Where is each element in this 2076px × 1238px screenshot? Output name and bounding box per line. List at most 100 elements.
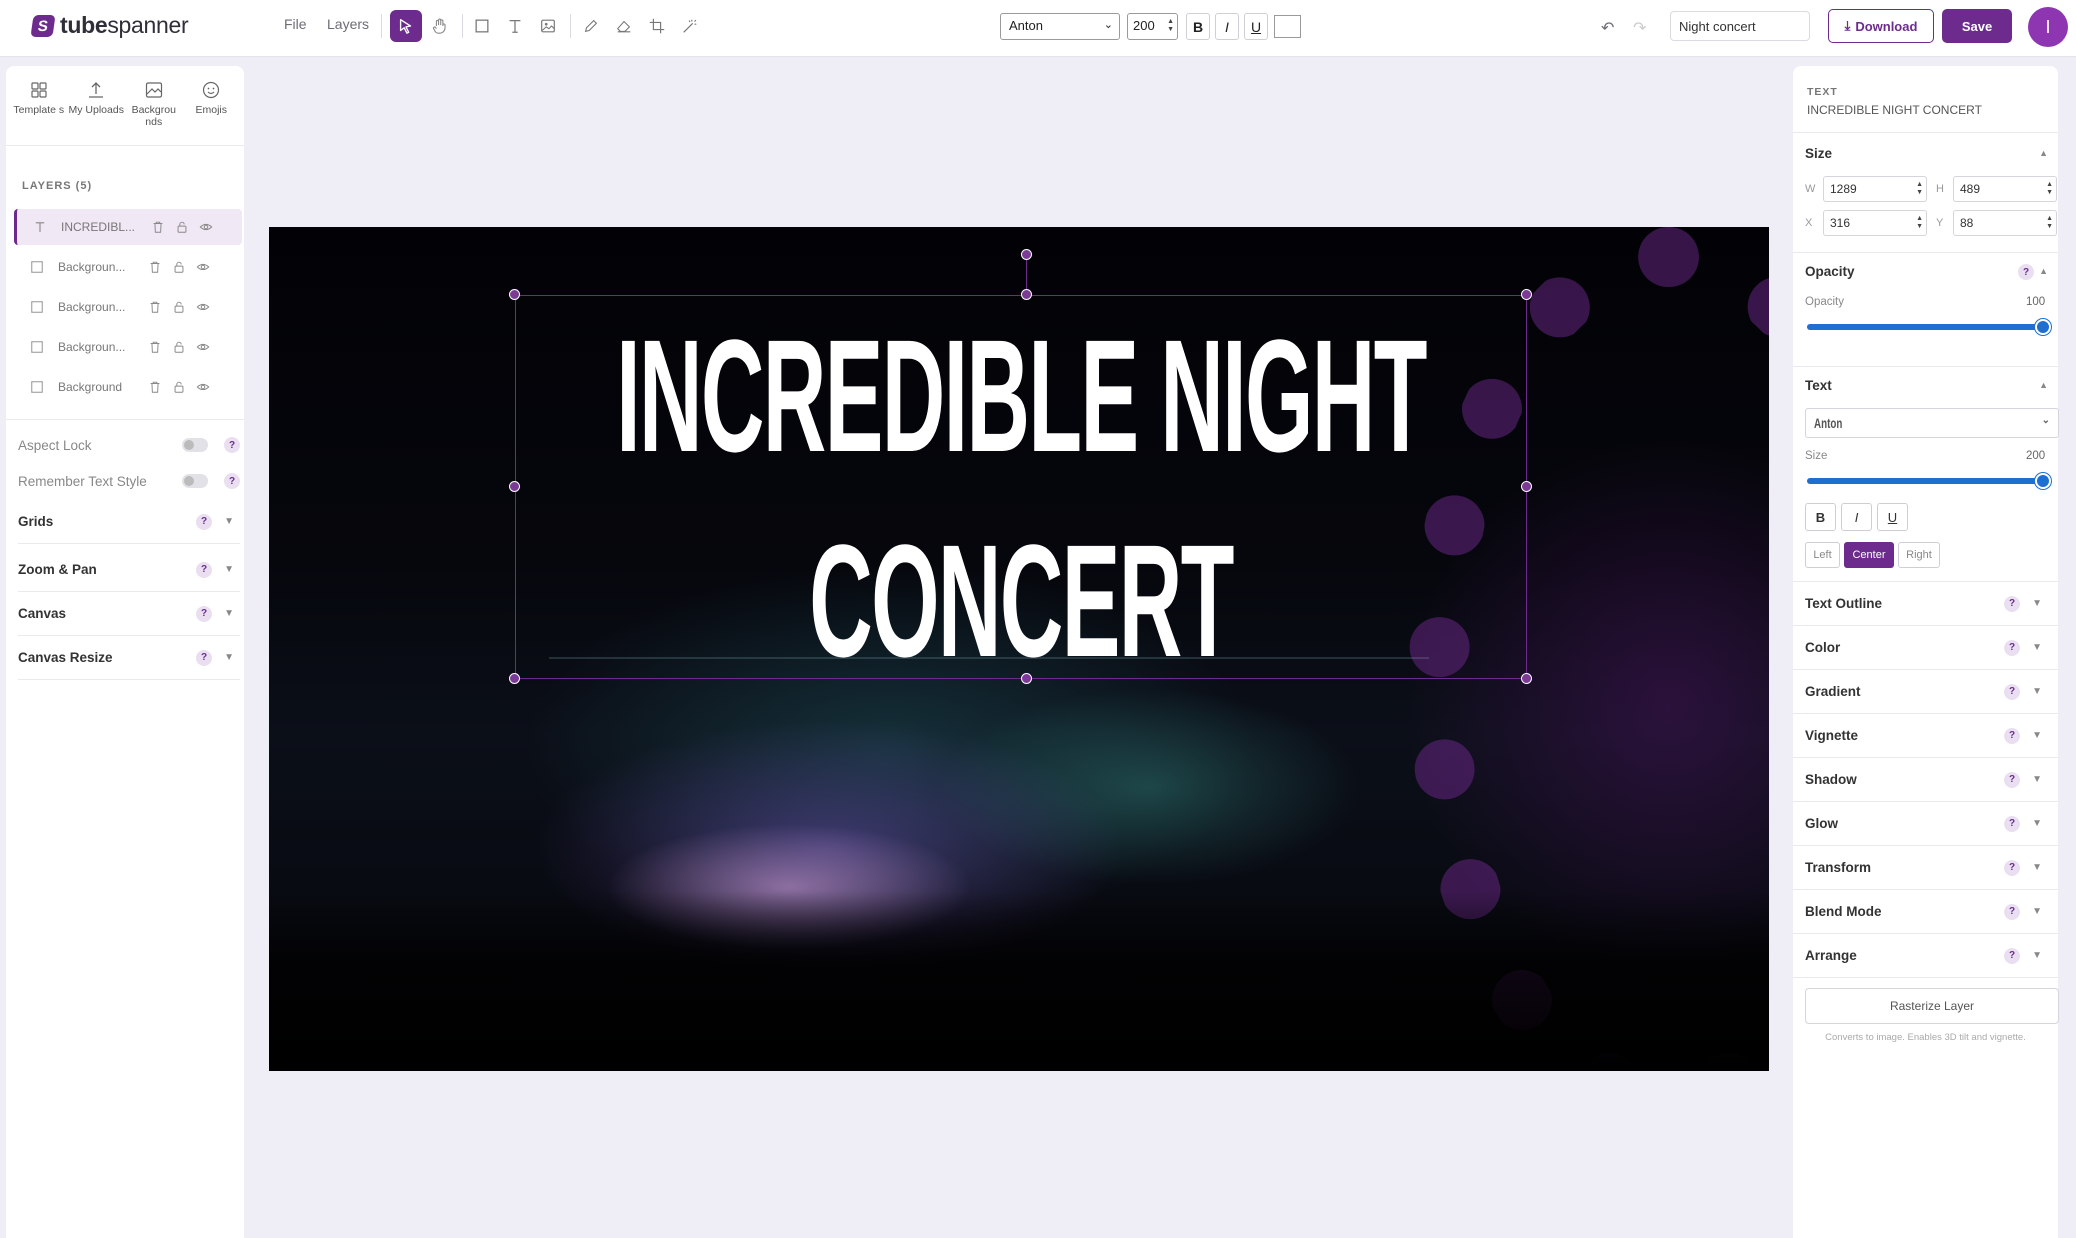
project-title-input[interactable]: Night concert bbox=[1670, 11, 1810, 41]
trash-icon[interactable] bbox=[148, 380, 162, 394]
app-logo[interactable]: S tubespanner bbox=[30, 12, 189, 39]
section-shadow[interactable]: Shadow? ▼ bbox=[1793, 757, 2058, 801]
text-font-select[interactable]: Anton ⌄ bbox=[1805, 408, 2059, 438]
section-canvas-resize[interactable]: Canvas Resize ? ▼ bbox=[18, 636, 240, 680]
text-size-slider-knob[interactable] bbox=[2035, 473, 2051, 489]
section-vignette[interactable]: Vignette? ▼ bbox=[1793, 713, 2058, 757]
underline-button[interactable]: U bbox=[1244, 13, 1268, 40]
section-glow[interactable]: Glow? ▼ bbox=[1793, 801, 2058, 845]
layer-row[interactable]: Backgroun... bbox=[14, 329, 242, 365]
section-grids[interactable]: Grids ? ▼ bbox=[18, 500, 240, 544]
eye-icon[interactable] bbox=[196, 340, 210, 354]
hand-tool[interactable] bbox=[424, 10, 456, 42]
help-icon[interactable]: ? bbox=[2004, 683, 2021, 700]
menu-file[interactable]: File bbox=[284, 16, 307, 32]
eye-icon[interactable] bbox=[196, 300, 210, 314]
height-input[interactable]: 489 ▲ ▼ bbox=[1953, 176, 2057, 202]
crop-tool[interactable] bbox=[641, 10, 673, 42]
section-transform[interactable]: Transform? ▼ bbox=[1793, 845, 2058, 889]
tab-my-uploads[interactable]: My Uploads bbox=[68, 66, 126, 145]
italic-button[interactable]: I bbox=[1841, 503, 1872, 531]
opacity-slider[interactable] bbox=[1807, 319, 2051, 335]
tab-emojis[interactable]: Emojis bbox=[183, 66, 241, 145]
section-text-outline[interactable]: Text Outline? ▼ bbox=[1793, 581, 2058, 625]
resize-handle-s[interactable] bbox=[1021, 673, 1032, 684]
trash-icon[interactable] bbox=[148, 260, 162, 274]
layer-row[interactable]: Backgroun... bbox=[14, 289, 242, 325]
layer-row[interactable]: Background bbox=[14, 369, 242, 405]
resize-handle-nw[interactable] bbox=[509, 289, 520, 300]
section-blend-mode[interactable]: Blend Mode? ▼ bbox=[1793, 889, 2058, 933]
selection-box[interactable] bbox=[515, 295, 1527, 679]
image-tool[interactable] bbox=[532, 10, 564, 42]
help-icon[interactable]: ? bbox=[2004, 727, 2021, 744]
lock-icon[interactable] bbox=[172, 380, 186, 394]
help-icon[interactable]: ? bbox=[196, 513, 213, 530]
pen-tool[interactable] bbox=[575, 10, 607, 42]
trash-icon[interactable] bbox=[148, 300, 162, 314]
underline-button[interactable]: U bbox=[1877, 503, 1908, 531]
rasterize-layer-button[interactable]: Rasterize Layer bbox=[1805, 988, 2059, 1024]
redo-icon[interactable]: ↷ bbox=[1633, 18, 1646, 38]
section-gradient[interactable]: Gradient? ▼ bbox=[1793, 669, 2058, 713]
bold-button[interactable]: B bbox=[1186, 13, 1210, 40]
help-icon[interactable]: ? bbox=[2018, 264, 2034, 280]
lock-icon[interactable] bbox=[175, 220, 189, 234]
remember-text-style-toggle[interactable] bbox=[182, 474, 208, 488]
help-icon[interactable]: ? bbox=[196, 605, 213, 622]
help-icon[interactable]: ? bbox=[2004, 815, 2021, 832]
eye-icon[interactable] bbox=[199, 220, 213, 234]
layer-row[interactable]: Backgroun... bbox=[14, 249, 242, 285]
undo-icon[interactable]: ↶ bbox=[1601, 18, 1614, 38]
rotate-handle[interactable] bbox=[1021, 249, 1032, 260]
font-family-select[interactable]: Anton ⌄ bbox=[1000, 13, 1120, 40]
rectangle-tool[interactable] bbox=[466, 10, 498, 42]
chevron-up-icon[interactable]: ▲ bbox=[2039, 266, 2048, 276]
help-icon[interactable]: ? bbox=[2004, 903, 2021, 920]
layer-row[interactable]: INCREDIBL... bbox=[14, 209, 242, 245]
align-right-button[interactable]: Right bbox=[1898, 542, 1940, 568]
eye-icon[interactable] bbox=[196, 260, 210, 274]
resize-handle-se[interactable] bbox=[1521, 673, 1532, 684]
text-size-slider[interactable] bbox=[1807, 473, 2051, 489]
align-center-button[interactable]: Center bbox=[1844, 542, 1894, 568]
resize-handle-sw[interactable] bbox=[509, 673, 520, 684]
lock-icon[interactable] bbox=[172, 340, 186, 354]
resize-handle-e[interactable] bbox=[1521, 481, 1532, 492]
section-color[interactable]: Color? ▼ bbox=[1793, 625, 2058, 669]
y-input[interactable]: 88 ▲ ▼ bbox=[1953, 210, 2057, 236]
trash-icon[interactable] bbox=[148, 340, 162, 354]
resize-handle-w[interactable] bbox=[509, 481, 520, 492]
help-icon[interactable]: ? bbox=[224, 437, 240, 453]
resize-handle-ne[interactable] bbox=[1521, 289, 1532, 300]
lock-icon[interactable] bbox=[172, 260, 186, 274]
trash-icon[interactable] bbox=[151, 220, 165, 234]
eye-icon[interactable] bbox=[196, 380, 210, 394]
save-button[interactable]: Save bbox=[1942, 9, 2012, 43]
help-icon[interactable]: ? bbox=[196, 649, 213, 666]
avatar[interactable]: I bbox=[2028, 7, 2068, 47]
tab-backgrounds[interactable]: Backgrou nds bbox=[125, 66, 183, 145]
help-icon[interactable]: ? bbox=[2004, 771, 2021, 788]
align-left-button[interactable]: Left bbox=[1805, 542, 1840, 568]
width-input[interactable]: 1289 ▲ ▼ bbox=[1823, 176, 1927, 202]
section-canvas[interactable]: Canvas ? ▼ bbox=[18, 592, 240, 636]
bold-button[interactable]: B bbox=[1805, 503, 1836, 531]
lock-icon[interactable] bbox=[172, 300, 186, 314]
eraser-tool[interactable] bbox=[608, 10, 640, 42]
text-tool[interactable] bbox=[499, 10, 531, 42]
section-zoom-pan[interactable]: Zoom & Pan ? ▼ bbox=[18, 548, 240, 592]
x-input[interactable]: 316 ▲ ▼ bbox=[1823, 210, 1927, 236]
help-icon[interactable]: ? bbox=[2004, 595, 2021, 612]
resize-handle-n[interactable] bbox=[1021, 289, 1032, 300]
italic-button[interactable]: I bbox=[1215, 13, 1239, 40]
magic-wand-tool[interactable] bbox=[674, 10, 706, 42]
aspect-lock-toggle[interactable] bbox=[182, 438, 208, 452]
font-size-input[interactable]: 200 ▲ ▼ bbox=[1127, 13, 1178, 40]
select-tool[interactable] bbox=[390, 10, 422, 42]
help-icon[interactable]: ? bbox=[196, 561, 213, 578]
opacity-slider-knob[interactable] bbox=[2035, 319, 2051, 335]
download-button[interactable]: ⤓ Download bbox=[1828, 9, 1934, 43]
design-canvas[interactable]: INCREDIBLE NIGHT CONCERT bbox=[269, 227, 1769, 1071]
tab-templates[interactable]: Template s bbox=[10, 66, 68, 145]
